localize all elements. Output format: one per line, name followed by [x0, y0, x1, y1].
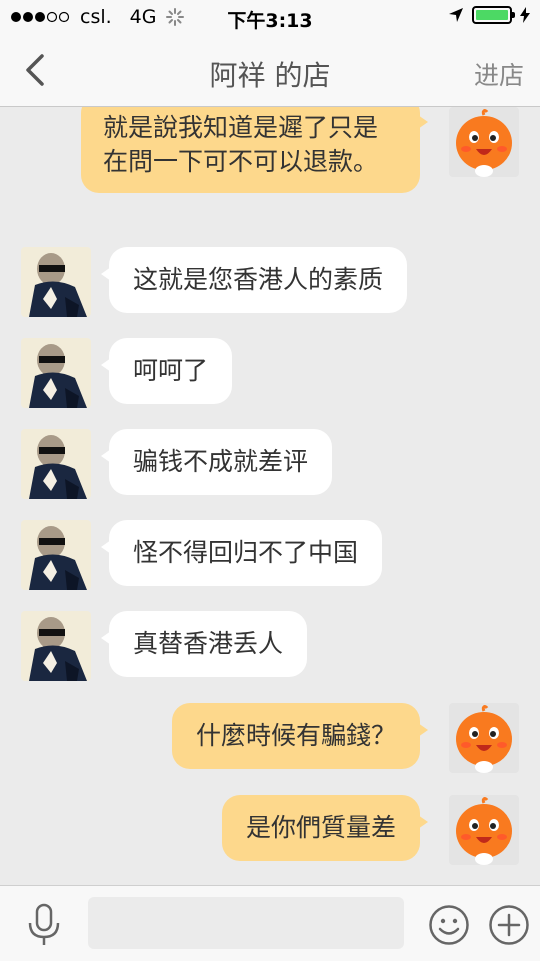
message-text: 骗钱不成就差评 [133, 447, 309, 476]
message-input[interactable] [88, 897, 404, 949]
location-arrow-icon [449, 8, 463, 22]
message-text: 是你們質量差 [245, 813, 396, 842]
seller-avatar[interactable] [21, 429, 91, 499]
message-bubble[interactable]: 什麼時候有騙錢？ [171, 703, 429, 769]
my-avatar[interactable] [449, 703, 519, 773]
message-text: 呵呵了 [133, 356, 209, 385]
person-avatar-icon [21, 611, 91, 681]
person-avatar-icon [21, 247, 91, 317]
voice-button[interactable] [24, 902, 64, 948]
message-bubble[interactable]: 是你們質量差 [221, 795, 429, 861]
chat-area[interactable]: 就是說我知道是遲了只是在問一下可不可以退款。 这就是您香港人的素质 呵呵了 骗钱… [0, 107, 540, 885]
message-text: 就是說我知道是遲了只是在問一下可不可以退款。 [103, 113, 379, 176]
seller-avatar[interactable] [21, 247, 91, 317]
message-text: 什麼時候有騙錢？ [195, 721, 396, 750]
person-avatar-icon [21, 429, 91, 499]
battery-icon [472, 6, 515, 24]
nav-bar: 阿祥 的店 进店 [0, 36, 540, 107]
seller-avatar[interactable] [21, 611, 91, 681]
person-avatar-icon [21, 338, 91, 408]
mascot-avatar-icon [449, 703, 519, 773]
emoji-button[interactable] [428, 904, 470, 946]
message-text: 真替香港丢人 [133, 629, 284, 658]
input-bar [0, 885, 540, 961]
my-avatar[interactable] [449, 107, 519, 177]
enter-shop-button[interactable]: 进店 [474, 56, 524, 92]
microphone-icon [28, 903, 60, 945]
smiley-icon [429, 905, 469, 945]
message-bubble[interactable]: 就是說我知道是遲了只是在問一下可不可以退款。 [81, 107, 428, 193]
mascot-avatar-icon [449, 107, 519, 177]
person-avatar-icon [21, 520, 91, 590]
my-avatar[interactable] [449, 795, 519, 865]
message-bubble[interactable]: 这就是您香港人的素质 [100, 247, 408, 313]
mascot-avatar-icon [449, 795, 519, 865]
message-bubble[interactable]: 怪不得回归不了中国 [100, 520, 383, 586]
message-bubble[interactable]: 真替香港丢人 [100, 611, 308, 677]
charging-bolt-icon [520, 7, 530, 23]
message-text: 这就是您香港人的素质 [133, 265, 384, 294]
more-button[interactable] [488, 904, 530, 946]
message-bubble[interactable]: 呵呵了 [100, 338, 233, 404]
status-right [448, 6, 530, 24]
seller-avatar[interactable] [21, 520, 91, 590]
page-title: 阿祥 的店 [209, 59, 331, 92]
plus-circle-icon [489, 905, 529, 945]
message-text: 怪不得回归不了中国 [133, 538, 359, 567]
message-bubble[interactable]: 骗钱不成就差评 [100, 429, 333, 495]
seller-avatar[interactable] [21, 338, 91, 408]
status-bar: csl. 4G 下午3:13 [0, 0, 540, 36]
